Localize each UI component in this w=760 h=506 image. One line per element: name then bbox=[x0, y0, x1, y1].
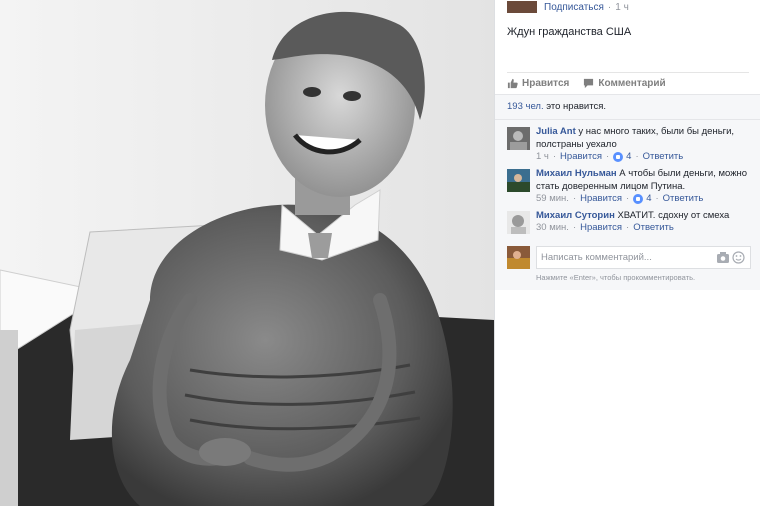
comment-like-count[interactable]: 4 bbox=[626, 151, 631, 162]
comment-body: Михаил Суторин ХВАТИТ. сдохну от смеха bbox=[536, 209, 756, 222]
like-reaction-icon bbox=[613, 151, 624, 162]
comment-author[interactable]: Михаил Нульман bbox=[536, 168, 617, 179]
comment-meta: 59 мин. · Нравится · 4 · Ответить bbox=[536, 193, 704, 204]
post-actions: Нравится Комментарий bbox=[507, 72, 749, 94]
comment-time[interactable]: 59 мин. bbox=[536, 193, 569, 204]
subscribe-link[interactable]: Подписаться bbox=[544, 2, 604, 13]
comment-like-link[interactable]: Нравится bbox=[560, 151, 602, 162]
comment-reply-link[interactable]: Ответить bbox=[643, 151, 684, 162]
comment-composer: Написать комментарий... bbox=[507, 246, 751, 270]
post-side-panel: Подписаться · 1 ч Ждун гражданства США Н… bbox=[494, 0, 760, 506]
like-reaction-icon bbox=[633, 193, 644, 204]
thumbs-up-icon bbox=[507, 78, 518, 89]
meme-photo bbox=[0, 0, 494, 506]
page-avatar[interactable] bbox=[507, 1, 537, 13]
comment-like-link[interactable]: Нравится bbox=[580, 193, 622, 204]
commenter-avatar[interactable] bbox=[507, 211, 530, 234]
post-text: Ждун гражданства США bbox=[507, 26, 632, 38]
commenter-avatar[interactable] bbox=[507, 127, 530, 150]
comment-like-count[interactable]: 4 bbox=[646, 193, 651, 204]
post-photo[interactable] bbox=[0, 0, 494, 506]
likes-summary: 193 чел. это нравится. bbox=[495, 101, 760, 120]
comment-body: Михаил Нульман А чтобы были деньги, можн… bbox=[536, 167, 756, 193]
user-avatar[interactable] bbox=[507, 246, 530, 269]
comment-author[interactable]: Михаил Суторин bbox=[536, 210, 615, 221]
comment-time[interactable]: 1 ч bbox=[536, 151, 549, 162]
comment-time[interactable]: 30 мин. bbox=[536, 222, 569, 233]
comment-reply-link[interactable]: Ответить bbox=[663, 193, 704, 204]
compose-hint: Нажмите «Enter», чтобы прокомментировать… bbox=[536, 273, 696, 282]
comment-like-link[interactable]: Нравится bbox=[580, 222, 622, 233]
comment-button[interactable]: Комментарий bbox=[583, 78, 666, 89]
comment-text: ХВАТИТ. сдохну от смеха bbox=[617, 210, 730, 221]
comment-body: Julia Ant у нас много таких, были бы ден… bbox=[536, 125, 756, 151]
comment-meta: 30 мин. · Нравится · Ответить bbox=[536, 222, 674, 233]
comment-input-placeholder: Написать комментарий... bbox=[541, 252, 652, 263]
comment-icon bbox=[584, 78, 594, 89]
comment-author[interactable]: Julia Ant bbox=[536, 126, 576, 137]
comment-meta: 1 ч · Нравится · 4 · Ответить bbox=[536, 151, 684, 162]
like-label: Нравится bbox=[522, 78, 570, 89]
commenter-avatar[interactable] bbox=[507, 169, 530, 192]
post-time[interactable]: 1 ч bbox=[615, 2, 629, 13]
likes-suffix: это нравится. bbox=[546, 101, 606, 112]
separator: · bbox=[607, 1, 612, 13]
likes-count[interactable]: 193 чел. bbox=[507, 101, 544, 112]
like-button[interactable]: Нравится bbox=[507, 78, 569, 89]
divider bbox=[495, 119, 760, 120]
post-header: Подписаться · 1 ч bbox=[507, 0, 629, 14]
camera-icon[interactable] bbox=[717, 252, 729, 263]
comment-reply-link[interactable]: Ответить bbox=[633, 222, 674, 233]
comment-label: Комментарий bbox=[598, 78, 666, 89]
smiley-icon[interactable] bbox=[732, 251, 745, 264]
